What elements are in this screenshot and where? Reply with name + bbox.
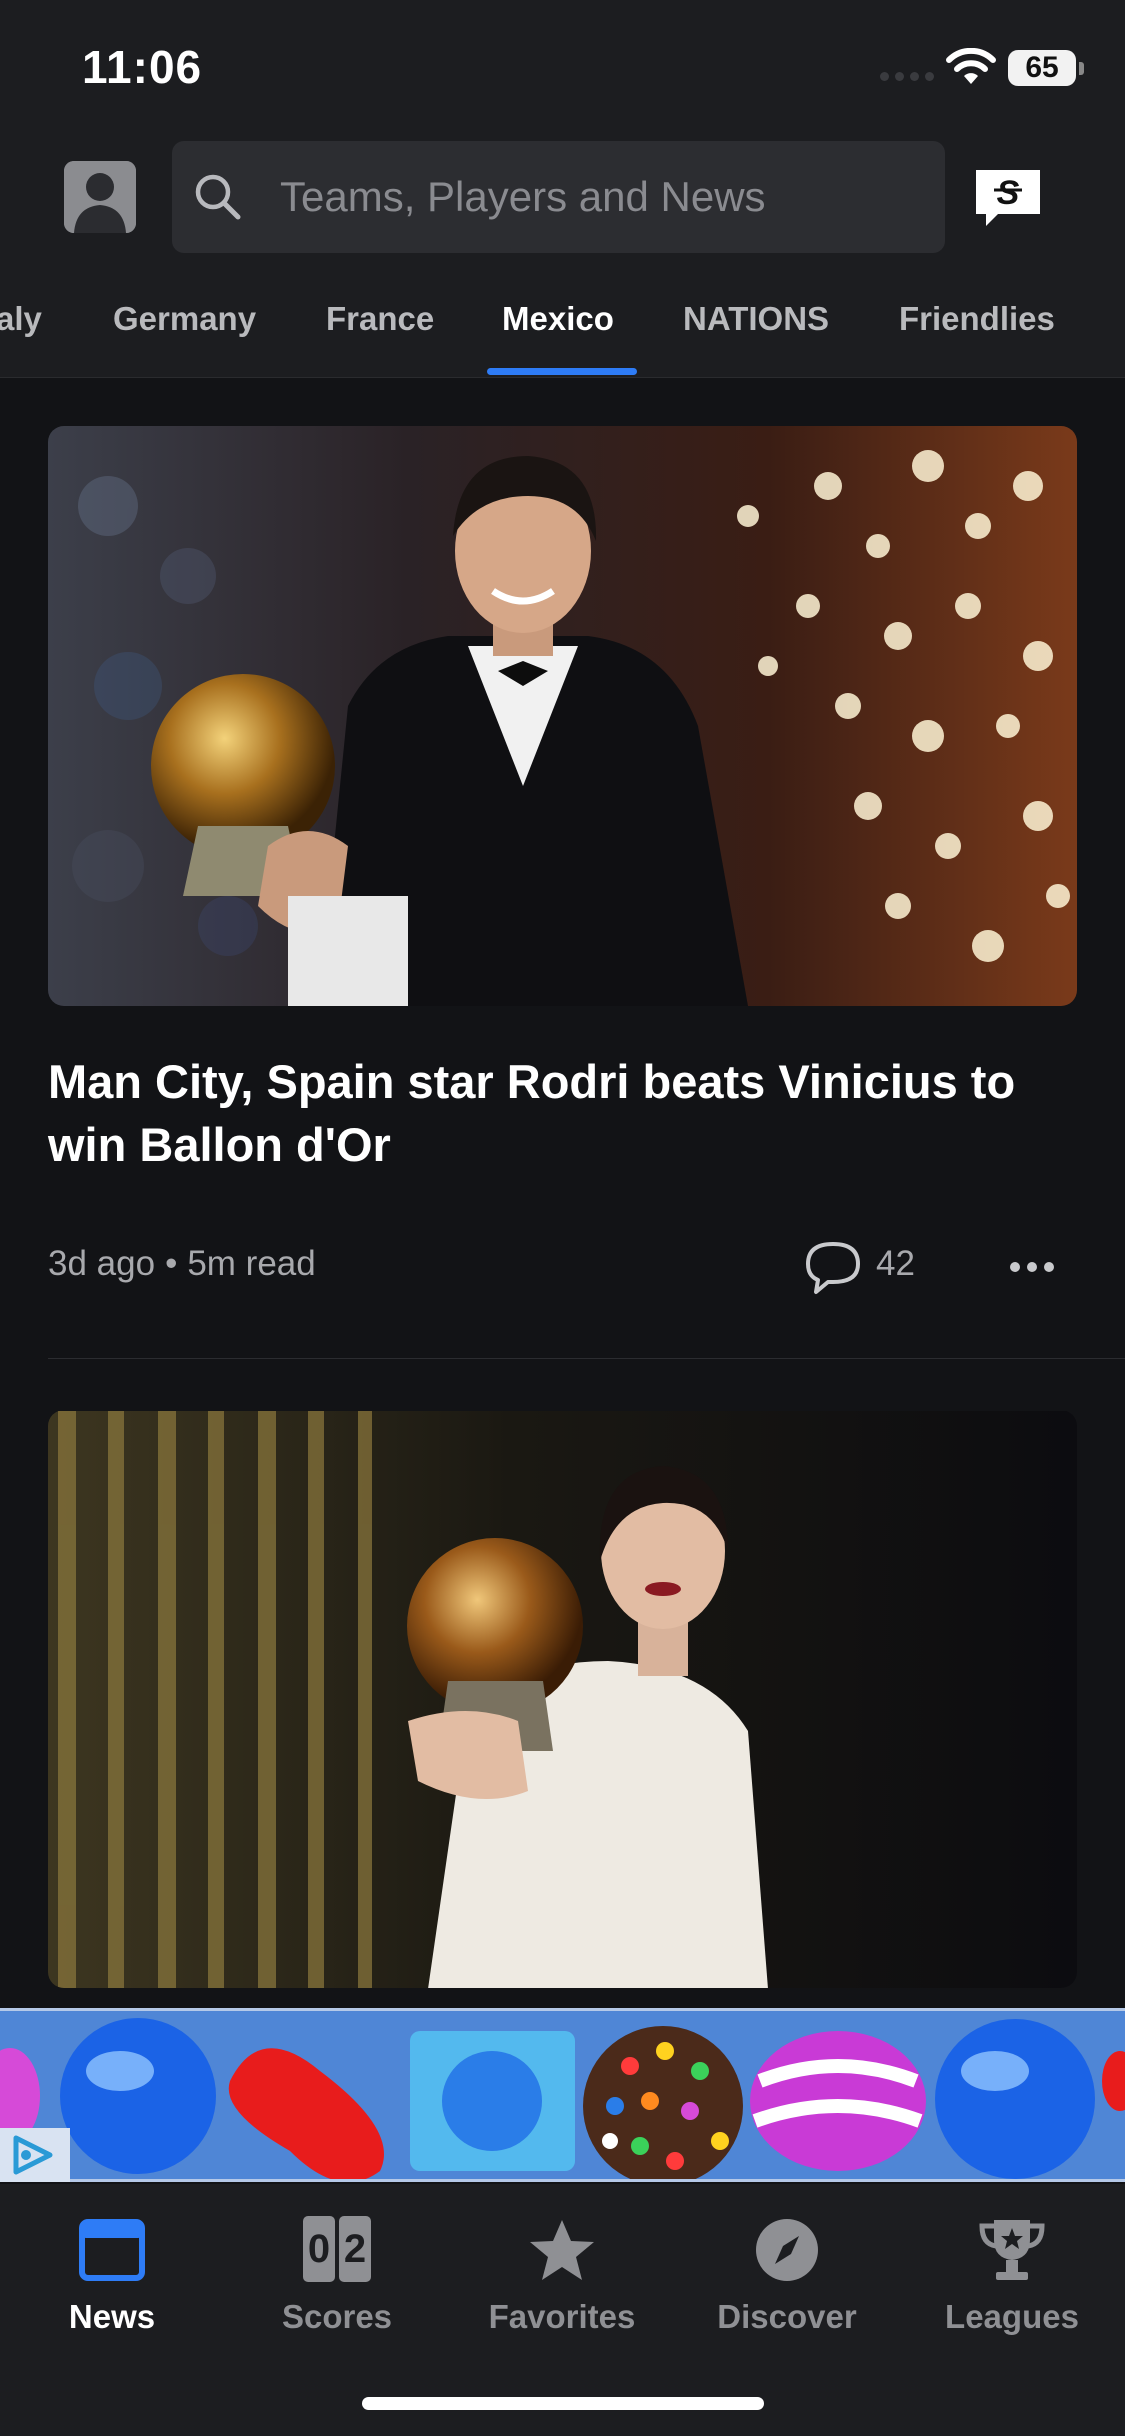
tab-news-label: News (68, 2298, 156, 2335)
article-image[interactable] (48, 1410, 1077, 1988)
tab-favorites-label: Favorites (488, 2298, 636, 2335)
tab-leagues[interactable]: Leagues (912, 2206, 1112, 2336)
tab-friendlies[interactable]: Friendlies (899, 300, 1055, 338)
top-header: 11:06 65 S aly Germany France (0, 0, 1125, 378)
rodri-ballon-dor-photo (48, 426, 1077, 1006)
battery-icon: 65 (1008, 50, 1076, 86)
person-icon (64, 161, 136, 233)
tab-nations[interactable]: NATIONS (683, 300, 829, 338)
news-icon (79, 2219, 145, 2281)
compass-icon (756, 2219, 818, 2281)
article-headline[interactable]: Man City, Spain star Rodri beats Viniciu… (48, 1050, 1068, 1176)
status-bar: 11:06 65 (0, 0, 1125, 130)
comment-icon[interactable] (802, 1238, 864, 1296)
scores-digit: 0 (303, 2216, 335, 2282)
tab-france[interactable]: France (326, 300, 434, 338)
article-image[interactable] (48, 426, 1077, 1006)
search-input[interactable] (280, 141, 920, 253)
status-time: 11:06 (82, 41, 203, 93)
meta-separator: • (165, 1244, 178, 1283)
tab-scores[interactable]: 0 2 Scores (237, 2206, 437, 2336)
profile-avatar-button[interactable] (64, 161, 136, 233)
battery-tip (1079, 62, 1084, 75)
trophy-icon (979, 2220, 1045, 2280)
adchoices-icon[interactable] (0, 2128, 70, 2182)
article-age: 3d ago (48, 1244, 156, 1283)
tab-favorites[interactable]: Favorites (462, 2206, 662, 2336)
candy-ad-image (0, 2011, 1125, 2179)
wifi-icon (946, 48, 996, 84)
scores-icon: 0 2 (303, 2216, 371, 2284)
svg-text:S: S (997, 174, 1020, 212)
tab-discover-label: Discover (717, 2298, 857, 2335)
tab-discover[interactable]: Discover (687, 2206, 887, 2336)
ad-banner[interactable] (0, 2008, 1125, 2182)
league-tabs: aly Germany France Mexico NATIONS Friend… (0, 290, 1125, 378)
comment-count[interactable]: 42 (876, 1244, 915, 1284)
search-icon (195, 174, 241, 220)
bonmati-ballon-dor-photo (48, 1411, 1077, 1988)
search-bar[interactable] (172, 141, 945, 253)
tab-mexico[interactable]: Mexico (502, 300, 614, 338)
tab-news[interactable]: News (12, 2206, 212, 2336)
tab-germany[interactable]: Germany (113, 300, 256, 338)
battery-level: 65 (1025, 51, 1059, 84)
article-read-time: 5m read (187, 1244, 316, 1283)
article-divider (48, 1358, 1125, 1359)
more-options-icon[interactable] (1010, 1262, 1054, 1272)
scores-digit: 2 (339, 2216, 371, 2282)
tab-italy[interactable]: aly (0, 300, 42, 338)
thescore-bet-icon[interactable]: S (972, 166, 1044, 230)
tab-scores-label: Scores (281, 2298, 393, 2335)
star-icon (530, 2220, 594, 2280)
home-indicator[interactable] (362, 2397, 764, 2410)
active-tab-indicator (487, 368, 637, 375)
article-meta: 3d ago • 5m read (48, 1244, 316, 1284)
tab-leagues-label: Leagues (945, 2298, 1079, 2335)
signal-icon (880, 72, 934, 81)
